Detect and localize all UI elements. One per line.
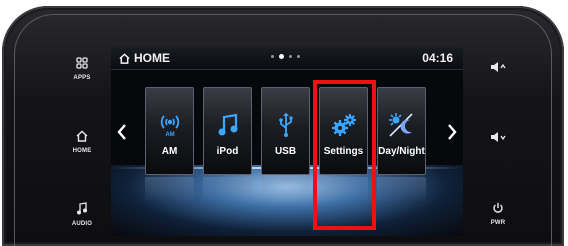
audio-button[interactable]: AUDIO [62, 197, 102, 231]
volume-down-button[interactable] [478, 122, 518, 156]
volume-up-icon [490, 61, 506, 77]
tile-am[interactable]: AM AM [145, 87, 194, 175]
chevron-left-icon [117, 124, 126, 140]
page-title: HOME [134, 51, 170, 65]
tile-reflection [261, 177, 310, 203]
tile-reflection [203, 177, 252, 203]
apps-grid-icon [76, 57, 88, 73]
settings-highlight-box [313, 80, 376, 230]
music-note-icon [217, 112, 239, 138]
page-dot [289, 55, 292, 58]
home-label: HOME [72, 148, 92, 154]
tile-reflection [377, 177, 426, 203]
power-button[interactable]: PWR [478, 197, 518, 231]
status-bar: HOME 04:16 [111, 47, 463, 70]
power-label: PWR [490, 220, 506, 226]
page-indicator [271, 54, 300, 59]
volume-down-icon [490, 131, 506, 147]
usb-icon [277, 112, 295, 138]
tile-usb[interactable]: USB [261, 87, 310, 175]
tile-day-night[interactable]: Day/Night [377, 87, 426, 175]
page-dot [271, 55, 274, 58]
apps-label: APPS [73, 75, 91, 81]
tile-label: USB [274, 146, 297, 157]
tile-ipod[interactable]: iPod [203, 87, 252, 175]
home-button[interactable]: HOME [62, 125, 102, 159]
tile-label: AM [161, 146, 178, 157]
scroll-right-button[interactable] [445, 123, 459, 147]
scroll-left-button[interactable] [115, 123, 129, 147]
apps-button[interactable]: APPS [62, 52, 102, 86]
radio-am-icon: AM [156, 112, 184, 138]
audio-label: AUDIO [71, 220, 93, 227]
volume-up-button[interactable] [478, 52, 518, 86]
home-icon [76, 130, 88, 146]
page-dot [297, 55, 300, 58]
touch-screen: HOME 04:16 AM AM iPod USB Settings Day/N… [111, 47, 463, 236]
home-indicator[interactable]: HOME [119, 51, 170, 65]
clock: 04:16 [422, 51, 453, 65]
music-note-icon [76, 201, 88, 219]
tile-label: iPod [216, 146, 239, 157]
home-icon [119, 52, 130, 64]
tile-reflection [145, 177, 194, 203]
day-night-icon [388, 112, 416, 138]
svg-text:AM: AM [165, 132, 174, 137]
page-dot-active [279, 54, 284, 59]
chevron-right-icon [448, 124, 457, 140]
power-icon [492, 202, 504, 218]
tile-label: Day/Night [378, 146, 425, 157]
